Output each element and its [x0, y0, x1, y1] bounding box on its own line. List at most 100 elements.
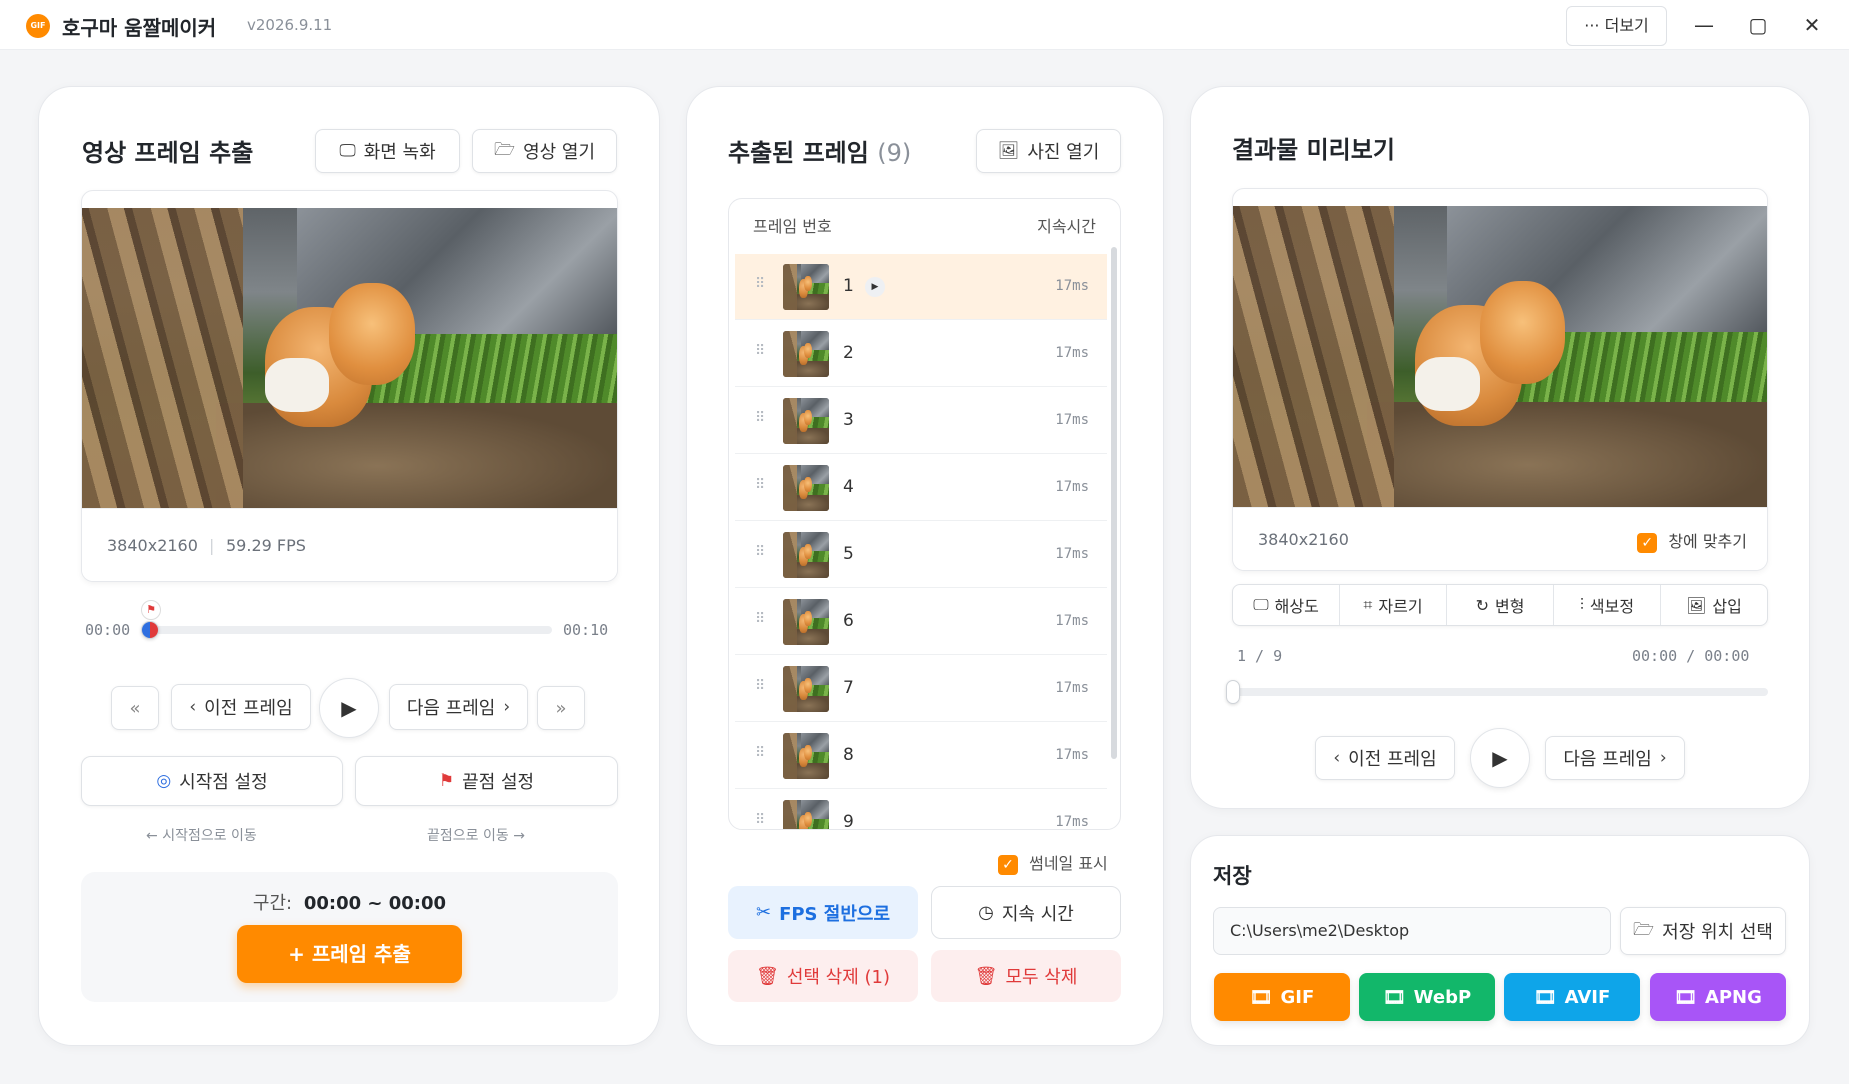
frame-duration: 17ms: [1055, 412, 1089, 428]
delete-all-label: 모두 삭제: [1005, 967, 1078, 988]
tool-resolution[interactable]: 🖵 해상도: [1233, 585, 1340, 625]
timeline-track[interactable]: [146, 626, 552, 634]
drag-handle-icon[interactable]: ⠿: [755, 544, 765, 560]
more-label: 더보기: [1604, 16, 1649, 35]
drag-handle-icon[interactable]: ⠿: [755, 678, 765, 694]
frame-thumbnail: [783, 331, 829, 377]
end-flag-marker-icon[interactable]: ⚑: [141, 600, 161, 620]
frame-row[interactable]: ⠿ 5 17ms: [735, 522, 1107, 588]
frame-number: 1: [843, 276, 854, 296]
next-frame-button[interactable]: 다음 프레임 ›: [389, 684, 528, 730]
tool-transform[interactable]: ↻ 변형: [1447, 585, 1554, 625]
tool-insert[interactable]: 🖼 삽입: [1661, 585, 1767, 625]
col-duration: 지속시간: [1037, 217, 1096, 236]
save-path-field[interactable]: C:\Users\me2\Desktop: [1213, 907, 1611, 955]
drag-handle-icon[interactable]: ⠿: [755, 276, 765, 292]
timeline-start-time: 00:00: [85, 621, 131, 639]
rotate-icon: ↻: [1475, 595, 1489, 615]
frame-duration: 17ms: [1055, 747, 1089, 763]
goto-end-label: 끝점으로 이동: [427, 828, 509, 844]
trash-icon: 🗑: [755, 965, 779, 987]
more-button[interactable]: ··· 더보기: [1566, 6, 1667, 46]
duration-button[interactable]: ◷ 지속 시간: [931, 886, 1121, 939]
frame-row[interactable]: ⠿ 1 17ms ▶: [735, 254, 1107, 320]
frame-number: 7: [843, 678, 854, 698]
tool-color[interactable]: ⫶ 색보정: [1554, 585, 1661, 625]
clock-icon: ◷: [978, 902, 994, 923]
open-video-button[interactable]: 🗁 영상 열기: [472, 129, 617, 173]
export-apng-button[interactable]: 🎞 APNG: [1650, 973, 1786, 1021]
goto-start-link[interactable]: ← 시작점으로 이동: [146, 825, 257, 845]
goto-start-label: 시작점으로 이동: [162, 828, 257, 844]
preview-play-button[interactable]: ▶: [1470, 728, 1530, 788]
frame-number: 4: [843, 477, 854, 497]
drag-handle-icon[interactable]: ⠿: [755, 410, 765, 426]
choose-location-button[interactable]: 🗁 저장 위치 선택: [1620, 907, 1786, 955]
frame-row[interactable]: ⠿ 4 17ms: [735, 455, 1107, 521]
video-preview-card: 3840x2160 | 59.29 FPS: [81, 190, 618, 582]
fps-half-button[interactable]: ✂ FPS 절반으로: [728, 886, 918, 939]
maximize-button[interactable]: ▢: [1736, 8, 1780, 42]
film-icon: 🎞: [1533, 986, 1557, 1008]
drag-handle-icon[interactable]: ⠿: [755, 812, 765, 828]
export-gif-button[interactable]: 🎞 GIF: [1214, 973, 1350, 1021]
frame-duration: 17ms: [1055, 814, 1089, 830]
drag-handle-icon[interactable]: ⠿: [755, 477, 765, 493]
checkbox-checked-icon[interactable]: ✓: [1637, 532, 1658, 553]
timeline-handle[interactable]: [141, 621, 159, 639]
frame-row[interactable]: ⠿ 6 17ms: [735, 589, 1107, 655]
frame-row[interactable]: ⠿ 7 17ms: [735, 656, 1107, 722]
frame-thumbnail: [783, 733, 829, 779]
timeline-end-time: 00:10: [563, 621, 609, 639]
checkbox-checked-icon[interactable]: ✓: [998, 854, 1018, 875]
set-end-button[interactable]: ⚑ 끝점 설정: [355, 756, 618, 806]
prev-frame-button[interactable]: ‹ 이전 프레임: [171, 684, 311, 730]
extract-frames-button[interactable]: + 프레임 추출: [237, 925, 462, 983]
tool-insert-label: 삽입: [1712, 597, 1742, 616]
frame-row[interactable]: ⠿ 8 17ms: [735, 723, 1107, 789]
preview-prev-frame-label: 이전 프레임: [1348, 749, 1437, 770]
fit-window-toggle[interactable]: ✓ 창에 맞추기: [1637, 528, 1747, 553]
choose-location-label: 저장 위치 선택: [1662, 922, 1773, 943]
double-chevron-left-icon: «: [129, 697, 141, 719]
first-frame-button[interactable]: «: [111, 686, 159, 730]
frame-list-scrollbar[interactable]: [1111, 247, 1117, 759]
preview-timeline-handle[interactable]: [1226, 680, 1240, 704]
open-video-label: 영상 열기: [523, 142, 596, 163]
open-photo-button[interactable]: 🖼 사진 열기: [976, 129, 1121, 173]
export-webp-button[interactable]: 🎞 WebP: [1359, 973, 1495, 1021]
frame-play-icon[interactable]: ▶: [865, 277, 885, 297]
preview-next-frame-button[interactable]: 다음 프레임 ›: [1545, 736, 1685, 780]
frame-duration: 17ms: [1055, 278, 1089, 294]
preview-prev-frame-button[interactable]: ‹ 이전 프레임: [1315, 736, 1455, 780]
minimize-button[interactable]: —: [1682, 8, 1726, 42]
frame-row[interactable]: ⠿ 2 17ms: [735, 321, 1107, 387]
frame-row[interactable]: ⠿ 9 17ms: [735, 790, 1107, 830]
drag-handle-icon[interactable]: ⠿: [755, 611, 765, 627]
frame-duration: 17ms: [1055, 613, 1089, 629]
last-frame-button[interactable]: »: [537, 686, 585, 730]
arrow-right-icon: →: [513, 828, 525, 844]
chevron-left-icon: ‹: [1333, 748, 1341, 768]
close-button[interactable]: ✕: [1790, 8, 1834, 42]
frame-row[interactable]: ⠿ 3 17ms: [735, 388, 1107, 454]
monitor-icon: 🖵: [1253, 595, 1269, 614]
preview-timeline-track[interactable]: [1232, 688, 1768, 696]
tool-crop[interactable]: ⌗ 자르기: [1340, 585, 1447, 625]
video-extract-title: 영상 프레임 추출: [82, 139, 254, 167]
screen-record-button[interactable]: 🖵 화면 녹화: [315, 129, 460, 173]
drag-handle-icon[interactable]: ⠿: [755, 745, 765, 761]
play-button[interactable]: ▶: [319, 678, 379, 738]
delete-all-button[interactable]: 🗑 모두 삭제: [931, 950, 1121, 1002]
screen-record-label: 화면 녹화: [363, 142, 436, 163]
export-avif-button[interactable]: 🎞 AVIF: [1504, 973, 1640, 1021]
show-thumbs-toggle[interactable]: ✓ 썸네일 표시: [998, 850, 1108, 875]
sliders-icon: ⫶: [1579, 595, 1584, 614]
set-start-button[interactable]: ◎ 시작점 설정: [81, 756, 343, 806]
flag-icon: ⚑: [438, 771, 455, 791]
film-icon: 🎞: [1249, 986, 1273, 1008]
delete-selected-button[interactable]: 🗑 선택 삭제 (1): [728, 950, 918, 1002]
drag-handle-icon[interactable]: ⠿: [755, 343, 765, 359]
goto-end-link[interactable]: 끝점으로 이동 →: [427, 825, 525, 845]
target-icon: ◎: [156, 771, 172, 791]
